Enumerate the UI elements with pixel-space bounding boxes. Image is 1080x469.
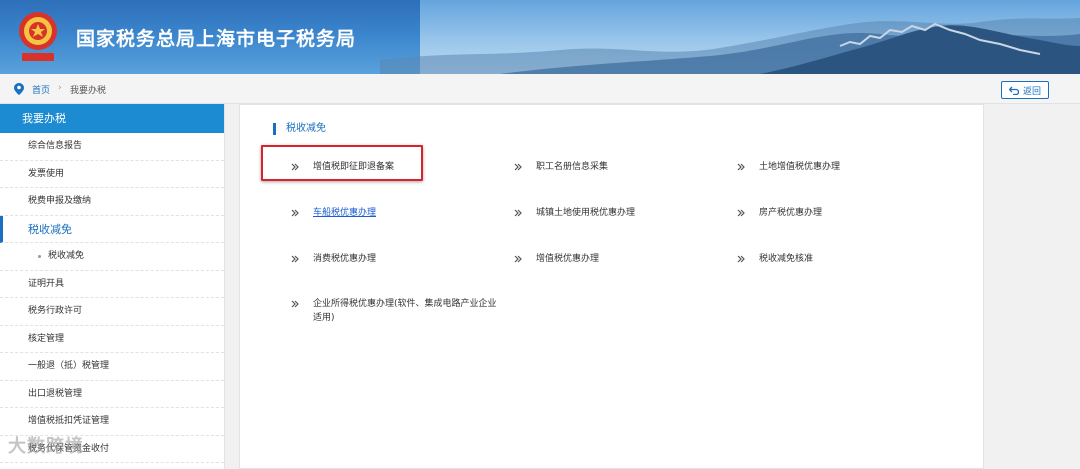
double-arrow-icon [514,255,522,263]
option-property-tax-relief[interactable]: 房产税优惠办理 [737,206,823,220]
sidebar-heading[interactable]: 我要办税 [0,104,224,133]
double-arrow-icon [737,255,745,263]
option-employee-roster[interactable]: 职工名册信息采集 [514,160,609,174]
sidebar-item-tax-relief[interactable]: 税收减免 [0,215,224,243]
back-button-label: 返回 [1022,86,1041,97]
main-panel: 税收减免 增值税即征即退备案 职工名册信息采集 土地增值税优惠办理 车船税优惠办… [239,104,984,469]
double-arrow-icon [291,163,299,171]
option-label: 城镇土地使用税优惠办理 [536,208,636,218]
sidebar-item-admin-license[interactable]: 税务行政许可 [0,298,224,326]
option-vat-relief[interactable]: 增值税优惠办理 [514,252,600,266]
double-arrow-icon [737,209,745,217]
option-tax-relief-approval[interactable]: 税收减免核准 [737,252,814,266]
double-arrow-icon [737,163,745,171]
double-arrow-icon [291,300,299,308]
sidebar-item-assessment[interactable]: 核定管理 [0,326,224,353]
option-vat-instant-refund[interactable]: 增值税即征即退备案 [291,160,395,174]
breadcrumb-separator: › [58,83,62,93]
watermark: 大数跨境 [8,436,84,457]
double-arrow-icon [514,163,522,171]
return-arrow-icon [1008,86,1019,95]
site-title: 国家税务总局上海市电子税务局 [76,28,357,50]
option-label: 企业所得税优惠办理(软件、集成电路产业企业适用) [313,299,497,323]
breadcrumb-current: 我要办税 [70,86,107,96]
breadcrumb-home-link[interactable]: 首页 [32,83,50,96]
sidebar: 我要办税 综合信息报告 发票使用 税费申报及缴纳 税收减免 税收减免 证明开具 … [0,104,225,469]
option-urban-land-tax-relief[interactable]: 城镇土地使用税优惠办理 [514,206,636,220]
option-label: 土地增值税优惠办理 [759,162,841,172]
site-header: 国家税务总局上海市电子税务局 [0,0,1080,74]
sidebar-item-tax-filing[interactable]: 税费申报及缴纳 [0,188,224,216]
sidebar-subitem-tax-relief[interactable]: 税收减免 [0,243,224,271]
sidebar-item-invoice-use[interactable]: 发票使用 [0,161,224,188]
sidebar-item-refund[interactable]: 一般退（抵）税管理 [0,353,224,381]
double-arrow-icon [291,209,299,217]
option-land-vat-relief[interactable]: 土地增值税优惠办理 [737,160,841,174]
sidebar-item-info-report[interactable]: 综合信息报告 [0,133,224,161]
option-label: 增值税优惠办理 [536,254,600,264]
option-label: 房产税优惠办理 [759,208,823,218]
back-button[interactable]: 返回 [1001,81,1049,99]
sidebar-item-certificate[interactable]: 证明开具 [0,271,224,298]
option-label: 车船税优惠办理 [313,208,377,218]
option-label: 税收减免核准 [759,254,814,264]
tax-bureau-emblem-icon [19,12,57,61]
double-arrow-icon [291,255,299,263]
option-label: 消费税优惠办理 [313,254,377,264]
breadcrumb: 首页 › 我要办税 返回 [0,74,1080,104]
option-consumption-tax-relief[interactable]: 消费税优惠办理 [291,252,377,266]
option-label: 职工名册信息采集 [536,162,609,172]
section-title: 税收减免 [273,123,326,135]
option-corporate-income-tax-relief[interactable]: 企业所得税优惠办理(软件、集成电路产业企业适用) [291,297,503,325]
great-wall-banner [380,18,1080,74]
double-arrow-icon [514,209,522,217]
option-vehicle-tax-relief[interactable]: 车船税优惠办理 [291,206,377,220]
location-pin-icon [14,83,24,95]
option-label: 增值税即征即退备案 [313,162,395,172]
sidebar-item-export-refund[interactable]: 出口退税管理 [0,381,224,408]
